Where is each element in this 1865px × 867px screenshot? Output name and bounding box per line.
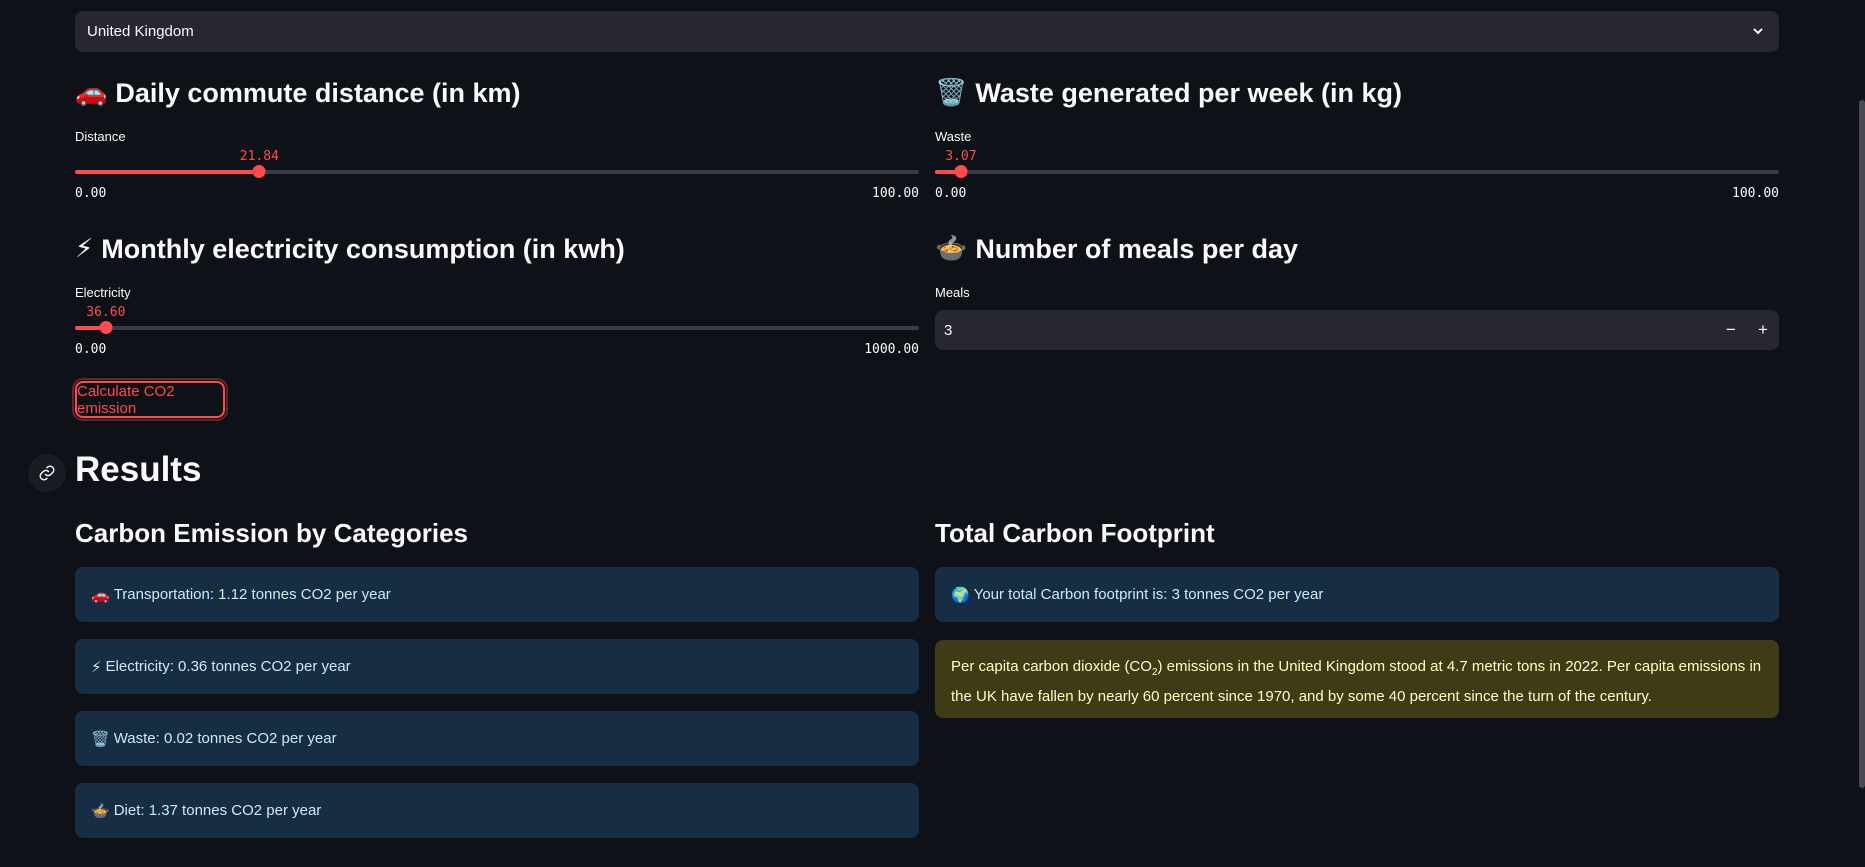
slider-value: 21.84 (239, 149, 279, 164)
slider-value: 3.07 (945, 149, 977, 164)
slider-track[interactable] (75, 326, 919, 330)
pot-of-food-icon: 🍲 (935, 234, 968, 264)
meals-section: 🍲 Number of meals per day Meals 3 − + (935, 231, 1779, 350)
slider-min: 0.00 (75, 186, 107, 201)
slider-value: 36.60 (86, 305, 126, 320)
country-select-value: United Kingdom (87, 23, 194, 40)
page-scrollbar[interactable] (1859, 100, 1865, 788)
globe-icon: 🌍 (951, 585, 970, 604)
waste-section: 🗑️ Waste generated per week (in kg) Wast… (935, 75, 1779, 201)
total-title: Total Carbon Footprint (935, 518, 1215, 548)
pot-of-food-icon: 🍲 (91, 801, 110, 820)
decrement-button[interactable]: − (1715, 310, 1747, 350)
slider-fill (75, 170, 260, 174)
distance-label: Distance (75, 129, 126, 144)
country-select[interactable]: United Kingdom (75, 11, 1779, 52)
total-result: 🌍 Your total Carbon footprint is: 3 tonn… (935, 567, 1779, 622)
increment-button[interactable]: + (1747, 310, 1779, 350)
electricity-label: Electricity (75, 285, 131, 300)
car-icon: 🚗 (75, 78, 108, 108)
waste-heading: 🗑️ Waste generated per week (in kg) (935, 77, 1402, 109)
slider-min: 0.00 (75, 342, 107, 357)
app-page: United Kingdom 🚗 Daily commute distance … (0, 0, 1865, 867)
electricity-section: ⚡ Monthly electricity consumption (in kw… (75, 231, 919, 357)
commute-section: 🚗 Daily commute distance (in km) Distanc… (75, 75, 919, 201)
waste-slider[interactable]: 3.07 0.00 100.00 (935, 149, 1779, 209)
electricity-slider[interactable]: 36.60 0.00 1000.00 (75, 305, 919, 365)
slider-thumb[interactable] (99, 321, 113, 334)
link-icon (39, 465, 55, 481)
lightning-icon: ⚡ (91, 657, 102, 676)
electricity-result: ⚡ Electricity: 0.36 tonnes CO2 per year (75, 639, 919, 694)
meals-value[interactable]: 3 (944, 322, 952, 339)
slider-thumb[interactable] (252, 165, 266, 178)
slider-max: 100.00 (872, 186, 919, 201)
results-title: Results (75, 450, 202, 489)
slider-track[interactable] (935, 170, 1779, 174)
calculate-button[interactable]: Calculate CO2 emission (72, 378, 228, 421)
slider-track[interactable] (75, 170, 919, 174)
slider-max: 100.00 (1732, 186, 1779, 201)
country-note: Per capita carbon dioxide (CO2) emission… (935, 640, 1779, 718)
distance-slider[interactable]: 21.84 0.00 100.00 (75, 149, 919, 209)
waste-label: Waste (935, 129, 972, 144)
chevron-down-icon (1753, 28, 1763, 35)
slider-min: 0.00 (935, 186, 967, 201)
slider-max: 1000.00 (864, 342, 919, 357)
slider-thumb[interactable] (954, 165, 968, 178)
trash-icon: 🗑️ (935, 78, 968, 108)
car-icon: 🚗 (91, 585, 110, 604)
electricity-heading: ⚡ Monthly electricity consumption (in kw… (75, 233, 625, 265)
categories-title: Carbon Emission by Categories (75, 518, 468, 548)
lightning-icon: ⚡ (75, 234, 94, 264)
meals-number-input[interactable]: 3 − + (935, 310, 1779, 350)
meals-heading: 🍲 Number of meals per day (935, 233, 1298, 265)
diet-result: 🍲 Diet: 1.37 tonnes CO2 per year (75, 783, 919, 838)
meals-label: Meals (935, 285, 970, 300)
anchor-link-button[interactable] (28, 454, 66, 492)
commute-heading: 🚗 Daily commute distance (in km) (75, 77, 521, 109)
transportation-result: 🚗 Transportation: 1.12 tonnes CO2 per ye… (75, 567, 919, 622)
waste-result: 🗑️ Waste: 0.02 tonnes CO2 per year (75, 711, 919, 766)
trash-icon: 🗑️ (91, 729, 110, 748)
